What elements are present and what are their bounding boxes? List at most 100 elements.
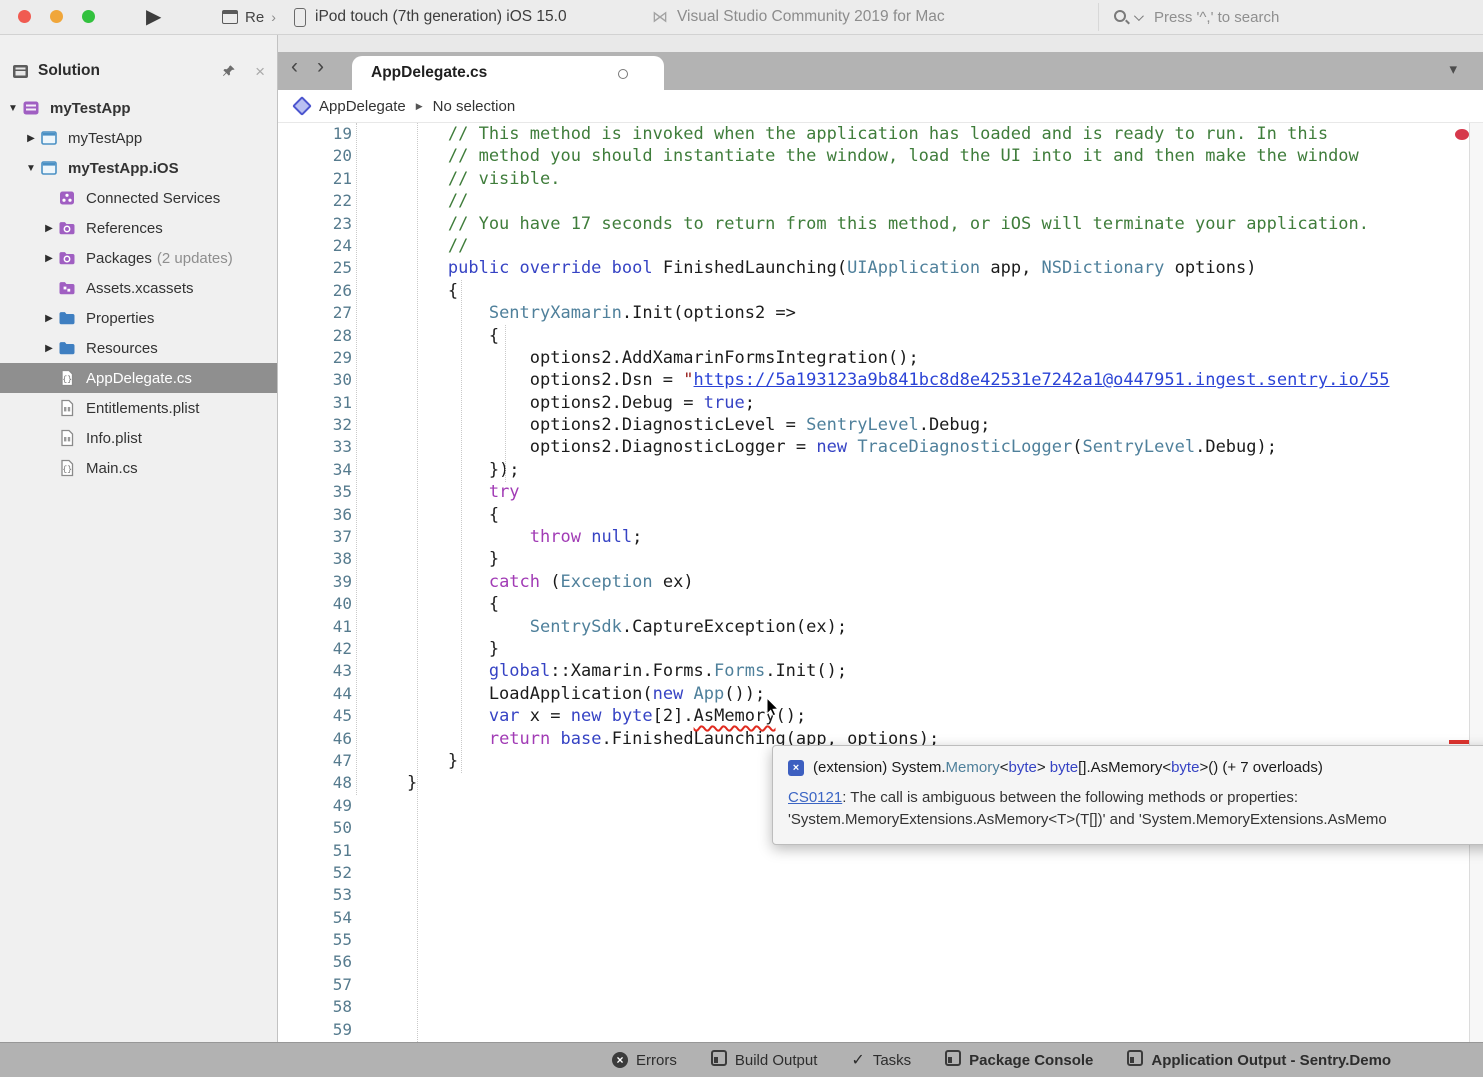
file-health-error-indicator[interactable] [1455, 129, 1469, 140]
code-line-36[interactable]: 36 { [278, 504, 1483, 526]
tree-item-references[interactable]: ▶ References [0, 213, 277, 243]
code-line-37[interactable]: 37 throw null; [278, 526, 1483, 548]
minimize-window-button[interactable] [50, 10, 63, 23]
code-line-43[interactable]: 43 global::Xamarin.Forms.Forms.Init(); [278, 660, 1483, 682]
line-number: 42 [278, 638, 366, 660]
code-line-27[interactable]: 27 SentryXamarin.Init(options2 => [278, 302, 1483, 324]
navigate-back-icon[interactable]: ‹ [291, 55, 298, 79]
line-number: 30 [278, 369, 366, 391]
tree-item-packages[interactable]: ▶ Packages (2 updates) [0, 243, 277, 273]
expand-arrow-icon[interactable]: ▶ [40, 343, 58, 354]
line-number: 32 [278, 414, 366, 436]
statusbar-item-tasks[interactable]: ✓ Tasks [851, 1050, 911, 1070]
line-number: 29 [278, 347, 366, 369]
code-line-41[interactable]: 41 SentrySdk.CaptureException(ex); [278, 616, 1483, 638]
statusbar-item-package-console[interactable]: Package Console [945, 1050, 1093, 1070]
error-code-link[interactable]: CS0121 [788, 789, 842, 806]
code-line-31[interactable]: 31 options2.Debug = true; [278, 392, 1483, 414]
line-number: 57 [278, 974, 366, 996]
expand-arrow-icon[interactable]: ▶ [40, 313, 58, 324]
tree-item-label: AppDelegate.cs [86, 370, 192, 387]
breadcrumb-scope[interactable]: AppDelegate [319, 98, 406, 115]
code-line-52[interactable]: 52 [278, 862, 1483, 884]
line-number: 53 [278, 884, 366, 906]
code-line-42[interactable]: 42 } [278, 638, 1483, 660]
device-selector[interactable]: iPod touch (7th generation) iOS 15.0 [294, 0, 567, 34]
code-line-58[interactable]: 58 [278, 996, 1483, 1018]
line-number: 25 [278, 257, 366, 279]
code-line-23[interactable]: 23 // You have 17 seconds to return from… [278, 213, 1483, 235]
tree-item-label: Info.plist [86, 430, 142, 447]
packages-folder-icon [58, 249, 78, 267]
tree-item-main-cs[interactable]: {} Main.cs [0, 453, 277, 483]
expand-arrow-icon[interactable]: ▼ [4, 103, 22, 114]
code-line-22[interactable]: 22 // [278, 190, 1483, 212]
tree-item-suffix: (2 updates) [157, 250, 233, 267]
code-line-24[interactable]: 24 // [278, 235, 1483, 257]
tree-item-mytestapp[interactable]: ▼ myTestApp [0, 93, 277, 123]
tab-bar: ‹ › AppDelegate.cs ▾ [278, 52, 1483, 90]
code-line-53[interactable]: 53 [278, 884, 1483, 906]
expand-arrow-icon[interactable]: ▶ [40, 223, 58, 234]
line-number: 45 [278, 705, 366, 727]
code-line-38[interactable]: 38 } [278, 548, 1483, 570]
code-line-28[interactable]: 28 { [278, 325, 1483, 347]
search-box[interactable]: Press '^,' to search [1098, 3, 1279, 31]
code-line-30[interactable]: 30 options2.Dsn = "https://5a193123a9b84… [278, 369, 1483, 391]
code-line-25[interactable]: 25 public override bool FinishedLaunchin… [278, 257, 1483, 279]
vertical-scrollbar[interactable] [1469, 123, 1483, 1042]
code-line-55[interactable]: 55 [278, 929, 1483, 951]
output-icon [1127, 1050, 1143, 1070]
code-line-32[interactable]: 32 options2.DiagnosticLevel = SentryLeve… [278, 414, 1483, 436]
code-line-26[interactable]: 26 { [278, 280, 1483, 302]
expand-arrow-icon[interactable]: ▼ [22, 163, 40, 174]
close-icon[interactable]: × [255, 63, 265, 80]
svg-text:{}: {} [62, 376, 72, 385]
code-line-20[interactable]: 20 // method you should instantiate the … [278, 145, 1483, 167]
navigate-forward-icon[interactable]: › [317, 55, 324, 79]
tree-item-mytestapp[interactable]: ▶ myTestApp [0, 123, 277, 153]
tree-item-entitlements-plist[interactable]: Entitlements.plist [0, 393, 277, 423]
code-line-54[interactable]: 54 [278, 907, 1483, 929]
code-editor[interactable]: 19 // This method is invoked when the ap… [278, 123, 1483, 1042]
statusbar-item-build-output[interactable]: Build Output [711, 1050, 818, 1070]
scrollbar-error-marker[interactable] [1449, 740, 1470, 744]
code-line-35[interactable]: 35 try [278, 481, 1483, 503]
tree-item-resources[interactable]: ▶ Resources [0, 333, 277, 363]
close-window-button[interactable] [18, 10, 31, 23]
code-line-45[interactable]: 45 var x = new byte[2].AsMemory(); [278, 705, 1483, 727]
tab-appdelegate[interactable]: AppDelegate.cs [352, 56, 664, 90]
indent-guide [417, 123, 418, 1042]
code-line-44[interactable]: 44 LoadApplication(new App()); [278, 683, 1483, 705]
pin-icon[interactable] [222, 64, 236, 78]
tree-item-assets-xcassets[interactable]: Assets.xcassets [0, 273, 277, 303]
code-line-34[interactable]: 34 }); [278, 459, 1483, 481]
code-line-21[interactable]: 21 // visible. [278, 168, 1483, 190]
run-button[interactable]: ▶ [146, 4, 161, 30]
expand-arrow-icon[interactable]: ▶ [40, 253, 58, 264]
tree-item-connected-services[interactable]: Connected Services [0, 183, 277, 213]
configuration-label: Re [245, 9, 264, 26]
tab-list-dropdown-icon[interactable]: ▾ [1449, 60, 1457, 78]
code-line-39[interactable]: 39 catch (Exception ex) [278, 571, 1483, 593]
code-line-29[interactable]: 29 options2.AddXamarinFormsIntegration()… [278, 347, 1483, 369]
statusbar-item-errors[interactable]: × Errors [612, 1052, 677, 1069]
tree-item-properties[interactable]: ▶ Properties [0, 303, 277, 333]
code-line-56[interactable]: 56 [278, 951, 1483, 973]
search-icon [1113, 9, 1129, 25]
statusbar-item-application-output-sentry-demo[interactable]: Application Output - Sentry.Demo [1127, 1050, 1391, 1070]
device-label: iPod touch (7th generation) iOS 15.0 [315, 8, 567, 26]
zoom-window-button[interactable] [82, 10, 95, 23]
breadcrumb-selection[interactable]: No selection [433, 98, 516, 115]
code-line-19[interactable]: 19 // This method is invoked when the ap… [278, 123, 1483, 145]
configuration-selector[interactable]: Re › [222, 0, 276, 34]
tree-item-info-plist[interactable]: Info.plist [0, 423, 277, 453]
connected-services-icon [58, 189, 78, 207]
tree-item-mytestapp-ios[interactable]: ▼ myTestApp.iOS [0, 153, 277, 183]
code-line-59[interactable]: 59 [278, 1019, 1483, 1041]
expand-arrow-icon[interactable]: ▶ [22, 133, 40, 144]
code-line-57[interactable]: 57 [278, 974, 1483, 996]
code-line-33[interactable]: 33 options2.DiagnosticLogger = new Trace… [278, 436, 1483, 458]
tree-item-appdelegate-cs[interactable]: {} AppDelegate.cs [0, 363, 277, 393]
code-line-40[interactable]: 40 { [278, 593, 1483, 615]
